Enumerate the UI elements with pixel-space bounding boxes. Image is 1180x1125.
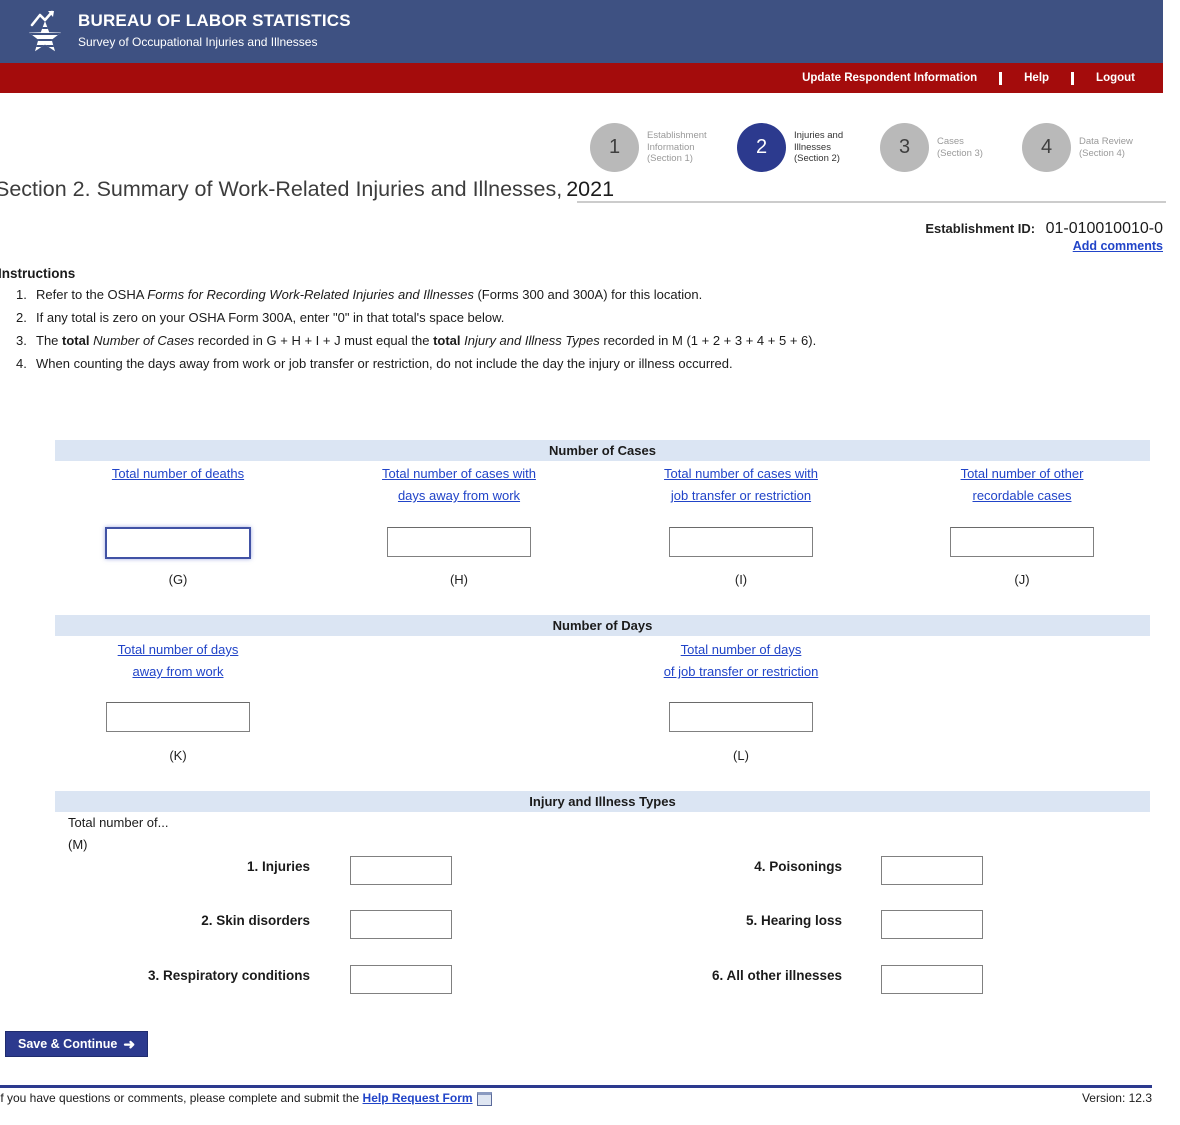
- letter-j: (J): [885, 572, 1159, 587]
- cases-column-i: Total number of cases withjob transfer o…: [604, 463, 878, 507]
- help-link[interactable]: Help: [1024, 72, 1049, 84]
- letter-i: (I): [604, 572, 878, 587]
- new-window-icon: [477, 1092, 492, 1106]
- step-1-circle: 1: [590, 123, 639, 172]
- help-request-form-link[interactable]: Help Request Form: [363, 1091, 473, 1105]
- letter-l: (L): [604, 748, 878, 763]
- footer-help-text: If you have questions or comments, pleas…: [0, 1091, 492, 1106]
- step-4-data-review: 4 Data Review(Section 4): [1022, 123, 1133, 172]
- nav-separator: [999, 72, 1002, 85]
- step-3-cases: 3 Cases(Section 3): [880, 123, 983, 172]
- step-1-establishment-information: 1 EstablishmentInformation(Section 1): [590, 123, 707, 172]
- page: BUREAU OF LABOR STATISTICS Survey of Occ…: [0, 0, 1180, 1125]
- establishment-id-value: 01-010010010-0: [1046, 220, 1163, 237]
- step-2-circle: 2: [737, 123, 786, 172]
- total-deaths-link[interactable]: Total number of deaths: [41, 463, 315, 485]
- step-1-label: EstablishmentInformation(Section 1): [647, 130, 707, 165]
- nav-separator: [1071, 72, 1074, 85]
- step-2-injuries-and-illnesses: 2 Injuries andIllnesses(Section 2): [737, 123, 843, 172]
- all-other-illnesses-label: 6. All other illnesses: [602, 968, 842, 983]
- bls-logo-icon: [24, 10, 66, 54]
- input-m3-respiratory-conditions[interactable]: [350, 965, 452, 994]
- letter-k: (K): [41, 748, 315, 763]
- add-comments-link[interactable]: Add comments: [1073, 239, 1163, 253]
- step-4-circle: 4: [1022, 123, 1071, 172]
- input-m2-skin-disorders[interactable]: [350, 910, 452, 939]
- injury-types-header: Injury and Illness Types: [55, 791, 1150, 812]
- number-of-days-header: Number of Days: [55, 615, 1150, 636]
- instruction-item: 3.The total Number of Cases recorded in …: [16, 334, 1116, 348]
- survey-subtitle: Survey of Occupational Injuries and Illn…: [78, 35, 351, 49]
- header-bar: BUREAU OF LABOR STATISTICS Survey of Occ…: [0, 0, 1163, 63]
- input-k-days-away[interactable]: [106, 702, 250, 732]
- days-column-l: Total number of daysof job transfer or r…: [604, 639, 878, 683]
- number-of-cases-header: Number of Cases: [55, 440, 1150, 461]
- instruction-item: 2.If any total is zero on your OSHA Form…: [16, 311, 1116, 325]
- input-h-days-away-cases[interactable]: [387, 527, 531, 557]
- injuries-label: 1. Injuries: [70, 859, 310, 874]
- page-title: Section 2. Summary of Work-Related Injur…: [0, 177, 614, 202]
- arrow-right-icon: ➜: [123, 1036, 135, 1053]
- total-number-of-label: Total number of...: [68, 815, 168, 830]
- logout-link[interactable]: Logout: [1096, 72, 1135, 84]
- nav-bar: Update Respondent Information Help Logou…: [0, 63, 1163, 93]
- input-l-days-job-transfer[interactable]: [669, 702, 813, 732]
- instruction-item: 4.When counting the days away from work …: [16, 357, 1116, 371]
- establishment-id-row: Establishment ID: 01-010010010-0: [925, 220, 1163, 238]
- hearing-loss-label: 5. Hearing loss: [602, 913, 842, 928]
- instructions-heading: Instructions: [0, 266, 75, 281]
- step-3-label: Cases(Section 3): [937, 136, 983, 159]
- instruction-item: 1.Refer to the OSHA Forms for Recording …: [16, 288, 1116, 302]
- cases-column-j: Total number of otherrecordable cases: [885, 463, 1159, 507]
- input-m4-poisonings[interactable]: [881, 856, 983, 885]
- establishment-id-label: Establishment ID:: [925, 221, 1035, 236]
- respiratory-conditions-label: 3. Respiratory conditions: [70, 968, 310, 983]
- other-recordable-cases-link[interactable]: Total number of otherrecordable cases: [885, 463, 1159, 507]
- poisonings-label: 4. Poisonings: [602, 859, 842, 874]
- cases-column-g: Total number of deaths: [41, 463, 315, 485]
- footer-divider: [0, 1085, 1152, 1088]
- input-m6-all-other-illnesses[interactable]: [881, 965, 983, 994]
- letter-g: (G): [41, 572, 315, 587]
- version-label: Version: 12.3: [1082, 1091, 1152, 1105]
- title-divider: [577, 201, 1166, 203]
- brand-block: BUREAU OF LABOR STATISTICS Survey of Occ…: [78, 11, 351, 49]
- cases-job-transfer-link[interactable]: Total number of cases withjob transfer o…: [604, 463, 878, 507]
- input-m1-injuries[interactable]: [350, 856, 452, 885]
- days-column-k: Total number of daysaway from work: [41, 639, 315, 683]
- days-job-transfer-link[interactable]: Total number of daysof job transfer or r…: [604, 639, 878, 683]
- cases-column-h: Total number of cases withdays away from…: [322, 463, 596, 507]
- step-3-circle: 3: [880, 123, 929, 172]
- survey-year: 2021: [566, 177, 614, 201]
- agency-title: BUREAU OF LABOR STATISTICS: [78, 11, 351, 31]
- save-and-continue-button[interactable]: Save & Continue➜: [5, 1031, 148, 1057]
- cases-days-away-link[interactable]: Total number of cases withdays away from…: [322, 463, 596, 507]
- step-2-label: Injuries andIllnesses(Section 2): [794, 130, 843, 165]
- instructions-list: 1.Refer to the OSHA Forms for Recording …: [16, 288, 1116, 380]
- input-j-other-cases[interactable]: [950, 527, 1094, 557]
- input-m5-hearing-loss[interactable]: [881, 910, 983, 939]
- days-away-link[interactable]: Total number of daysaway from work: [41, 639, 315, 683]
- update-respondent-link[interactable]: Update Respondent Information: [802, 72, 977, 84]
- input-i-job-transfer-cases[interactable]: [669, 527, 813, 557]
- step-4-label: Data Review(Section 4): [1079, 136, 1133, 159]
- input-g-total-deaths[interactable]: [105, 527, 251, 559]
- letter-h: (H): [322, 572, 596, 587]
- skin-disorders-label: 2. Skin disorders: [70, 913, 310, 928]
- letter-m: (M): [68, 837, 88, 852]
